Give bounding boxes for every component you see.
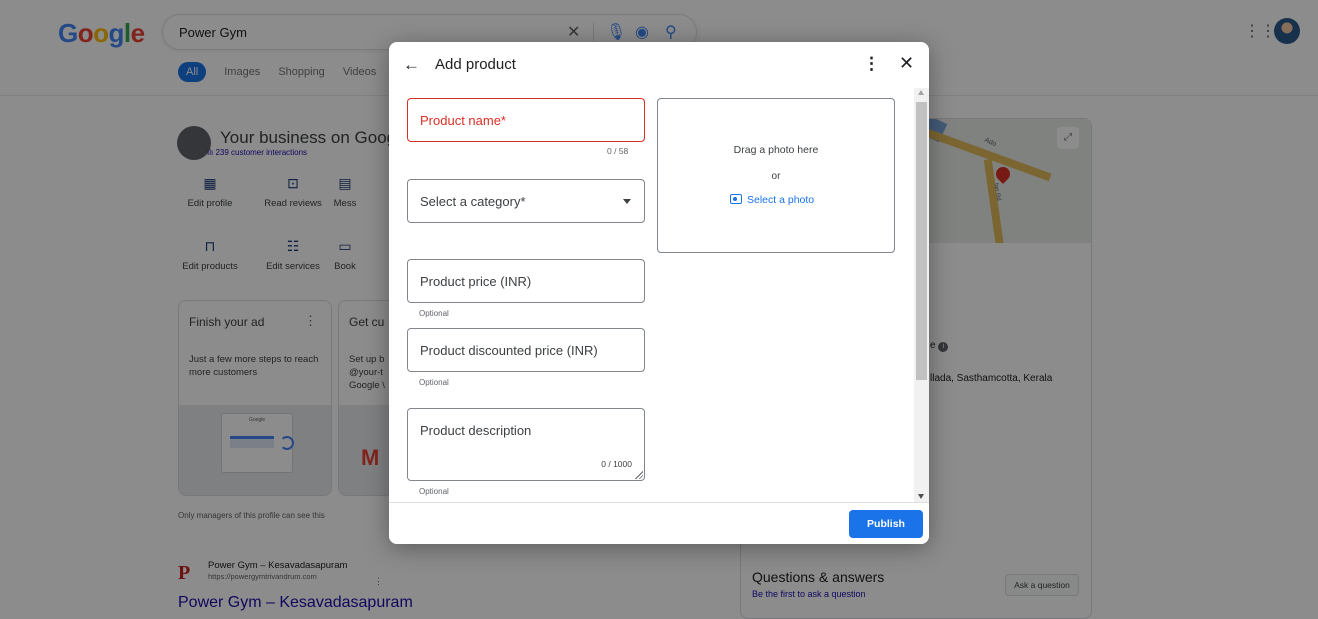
publish-button[interactable]: Publish: [849, 510, 923, 538]
description-counter: 0 / 1000: [601, 459, 632, 469]
product-price-field[interactable]: Product price (INR): [407, 259, 645, 303]
back-arrow-icon[interactable]: ←: [403, 55, 420, 75]
product-description-field[interactable]: Product description 0 / 1000: [407, 408, 645, 481]
product-name-placeholder: Product name*: [420, 113, 506, 128]
product-description-placeholder: Product description: [420, 423, 532, 438]
dialog-title: Add product: [435, 56, 516, 73]
scroll-up-arrow-icon[interactable]: [918, 90, 924, 95]
close-icon[interactable]: ✕: [899, 53, 914, 74]
or-text: or: [771, 171, 781, 182]
description-helper: Optional: [419, 487, 449, 496]
product-price-helper: Optional: [419, 309, 449, 318]
product-name-field[interactable]: Product name*: [407, 98, 645, 142]
category-placeholder: Select a category*: [420, 194, 526, 209]
product-name-counter: 0 / 58: [607, 146, 629, 156]
add-photo-icon: [730, 194, 742, 204]
select-photo-label: Select a photo: [747, 194, 815, 206]
select-photo-link[interactable]: Select a photo: [730, 194, 814, 206]
discounted-price-field[interactable]: Product discounted price (INR): [407, 328, 645, 372]
discounted-price-helper: Optional: [419, 378, 449, 387]
dialog-header: ← Add product ⋮ ✕: [389, 42, 929, 88]
add-product-dialog: ← Add product ⋮ ✕ Product name* 0 / 58 S…: [389, 42, 929, 544]
resize-handle[interactable]: [635, 471, 643, 479]
more-vert-icon[interactable]: ⋮: [863, 54, 880, 74]
scroll-down-arrow-icon[interactable]: [918, 494, 924, 499]
drag-photo-text: Drag a photo here: [733, 144, 819, 156]
photo-dropzone[interactable]: Drag a photo here or Select a photo: [657, 98, 895, 253]
scrollbar-thumb[interactable]: [916, 102, 927, 380]
category-select[interactable]: Select a category*: [407, 179, 645, 223]
product-price-placeholder: Product price (INR): [420, 274, 532, 289]
dialog-footer: Publish: [389, 502, 929, 544]
dialog-body: Product name* 0 / 58 Select a category* …: [389, 88, 929, 502]
dropdown-arrow-icon: [623, 199, 631, 204]
discounted-price-placeholder: Product discounted price (INR): [420, 343, 598, 358]
dialog-scrollbar[interactable]: [914, 88, 929, 502]
